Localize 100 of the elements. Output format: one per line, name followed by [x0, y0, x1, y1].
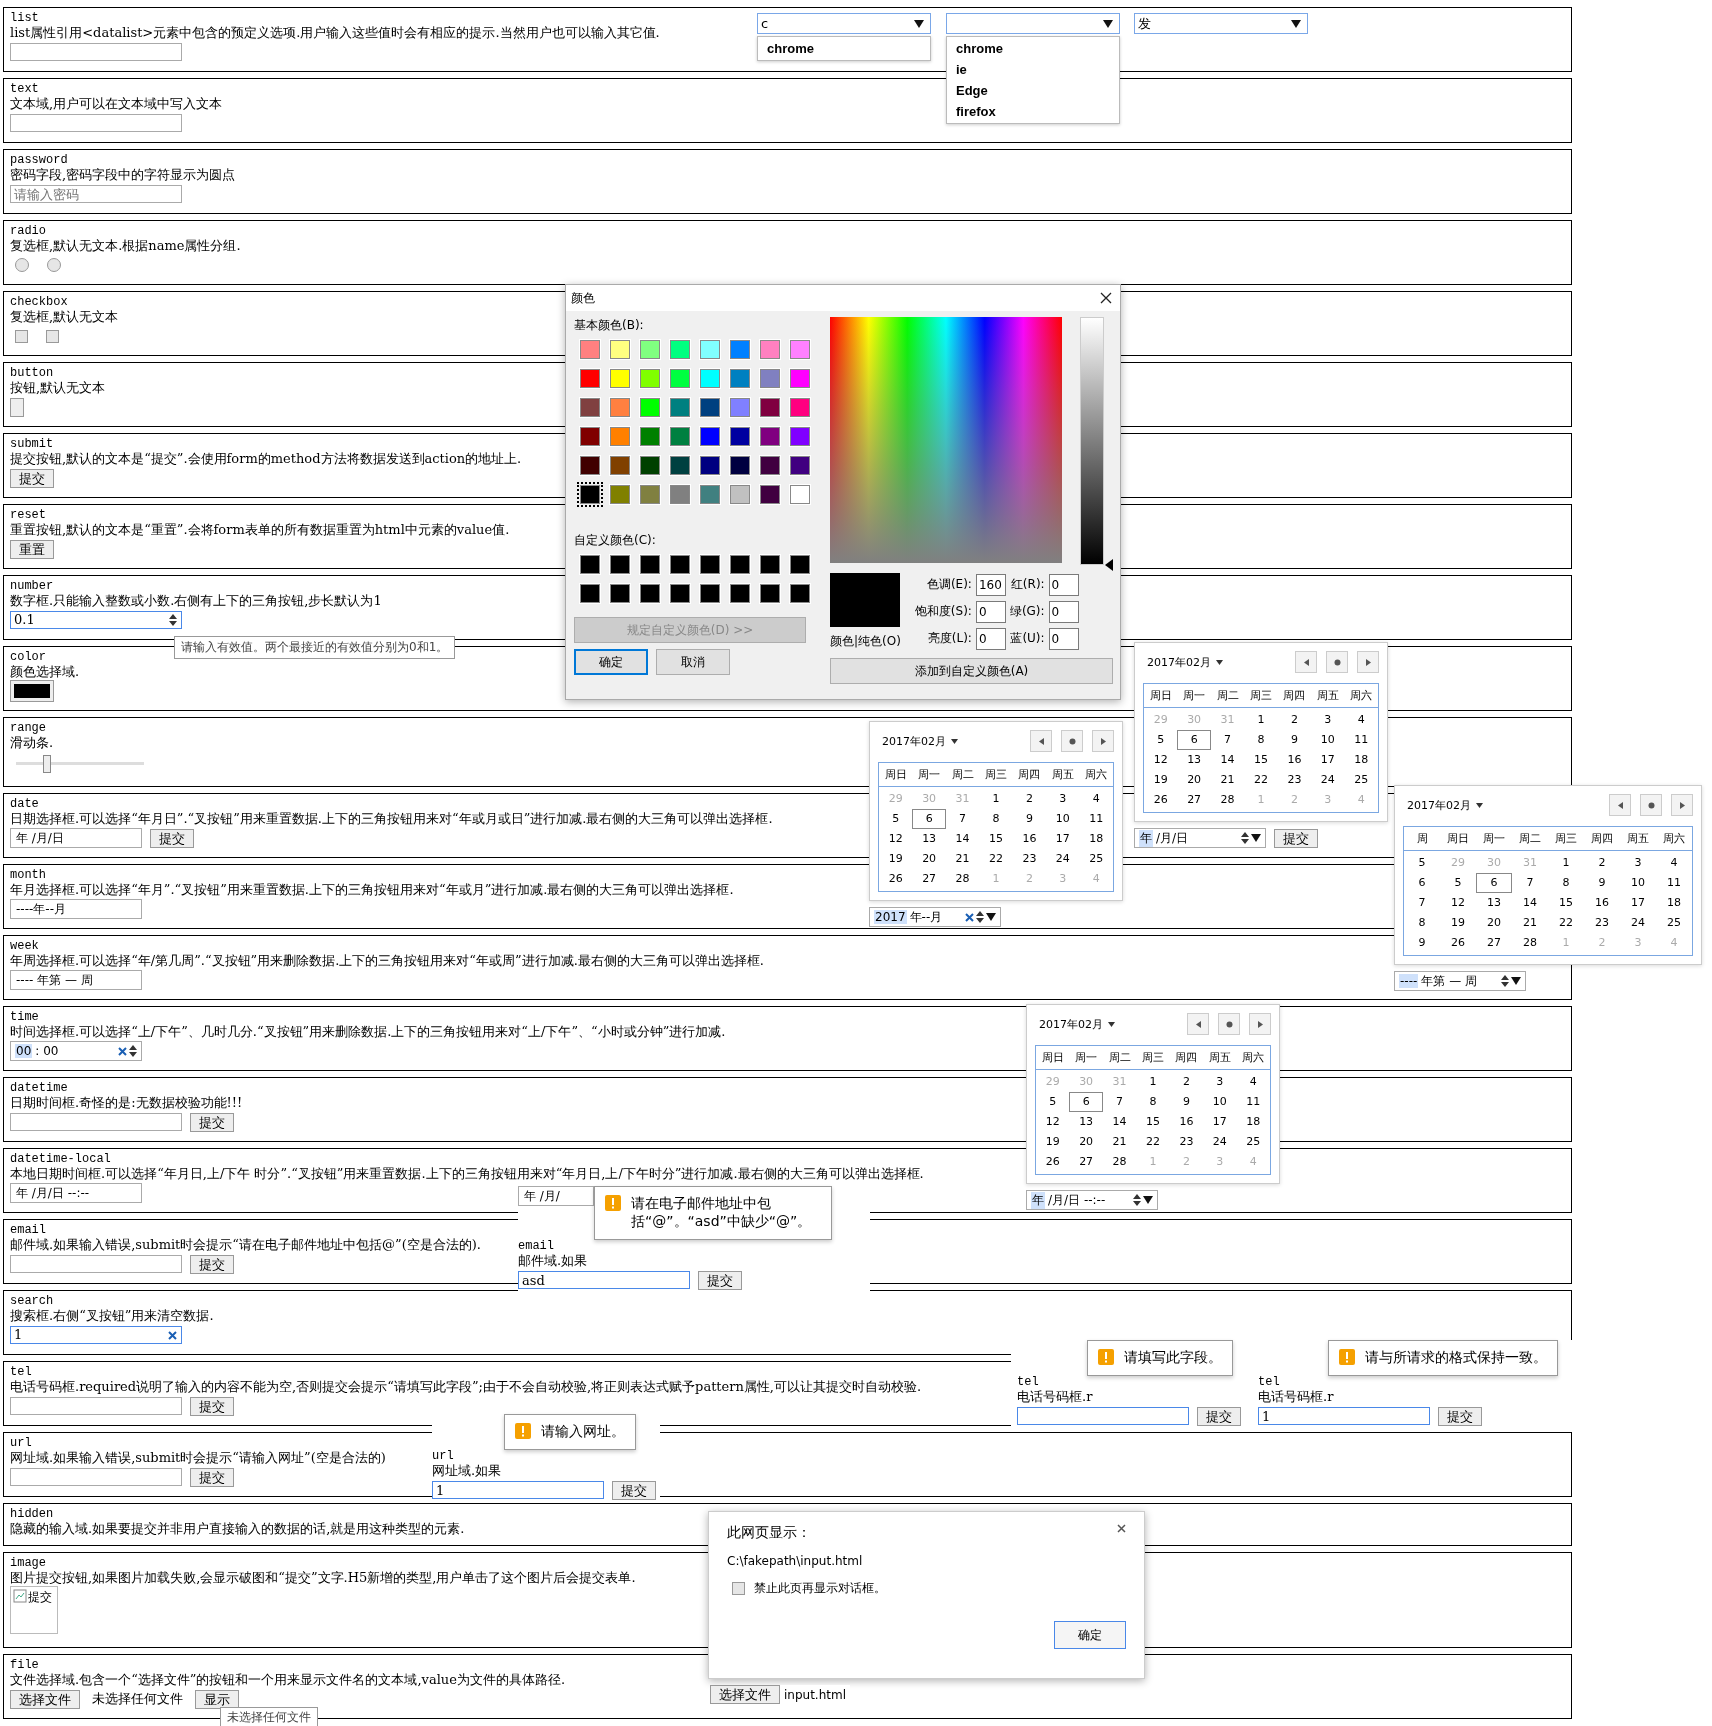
field-segment[interactable]: 年	[1139, 829, 1153, 847]
checkbox[interactable]	[15, 329, 28, 343]
number-field[interactable]: 0	[1048, 600, 1079, 623]
suggestion-item[interactable]: chrome	[947, 38, 1119, 59]
calendar-day[interactable]: 26	[1440, 933, 1476, 953]
input-field[interactable]	[1017, 1407, 1189, 1425]
calendar-day[interactable]: 26	[1144, 790, 1178, 810]
color-swatch[interactable]	[730, 369, 750, 388]
color-swatch[interactable]	[730, 340, 750, 359]
color-swatch[interactable]	[700, 340, 720, 359]
field-segment[interactable]: /月/日	[1155, 829, 1190, 847]
calendar-day[interactable]: 20	[1069, 1132, 1103, 1152]
input-field[interactable]	[10, 1255, 182, 1273]
spinner-icon[interactable]	[169, 613, 177, 627]
calendar-day[interactable]: 17	[1311, 750, 1345, 770]
calendar-day[interactable]: 24	[1046, 849, 1080, 869]
color-swatch[interactable]	[670, 398, 690, 417]
color-swatch[interactable]	[640, 456, 660, 475]
color-swatch[interactable]	[610, 485, 630, 504]
clear-icon[interactable]	[118, 1046, 127, 1056]
combo-field[interactable]: c	[757, 13, 931, 34]
date-field[interactable]: 00 : 00	[10, 1041, 142, 1061]
spinner-icon[interactable]	[976, 910, 984, 924]
checkbox[interactable]	[732, 1582, 745, 1595]
submit-button[interactable]: 提交	[698, 1270, 742, 1290]
today-button[interactable]	[1640, 794, 1662, 816]
color-swatch[interactable]	[670, 584, 690, 603]
color-swatch[interactable]	[760, 369, 780, 388]
calendar-day[interactable]: 9	[1169, 1092, 1204, 1112]
field-segment[interactable]: 00	[15, 1044, 33, 1058]
calendar-day[interactable]: 12	[1036, 1112, 1070, 1132]
field-segment[interactable]: ---- 年第 — 周	[15, 971, 94, 989]
color-swatch[interactable]	[610, 398, 630, 417]
color-swatch[interactable]	[610, 456, 630, 475]
calendar-day[interactable]: 21	[1102, 1132, 1137, 1152]
calendar-day[interactable]: 6	[1476, 873, 1512, 893]
color-swatch[interactable]	[610, 584, 630, 603]
submit-button[interactable]: 重置	[10, 539, 54, 559]
broken-image[interactable]: 提交	[10, 1586, 58, 1634]
calendar-day[interactable]: 28	[945, 869, 980, 889]
submit-button[interactable]: 提交	[1438, 1406, 1482, 1426]
calendar-day[interactable]: 22	[1548, 913, 1584, 933]
color-swatch[interactable]	[760, 456, 780, 475]
calendar-day[interactable]: 14	[1210, 750, 1245, 770]
date-field[interactable]: 年 /月/日 --:--	[1026, 1190, 1158, 1210]
ok-button[interactable]: 确定	[574, 649, 648, 675]
date-field[interactable]: 年 /月/日 --:--	[10, 1183, 142, 1203]
choose-file-button[interactable]: 选择文件	[10, 1689, 80, 1709]
spinner-icon[interactable]	[1501, 974, 1509, 988]
color-swatch[interactable]	[670, 456, 690, 475]
color-swatch[interactable]	[790, 456, 810, 475]
input-field[interactable]: asd	[518, 1271, 690, 1289]
field-segment[interactable]: 年 /月/日 --:--	[15, 1184, 91, 1202]
color-swatch[interactable]	[790, 398, 810, 417]
dropdown-arrow-icon[interactable]	[1143, 1196, 1153, 1204]
spinner-icon[interactable]	[129, 1044, 137, 1058]
submit-button[interactable]: 提交	[190, 1467, 234, 1487]
slider-thumb[interactable]	[42, 755, 51, 773]
color-swatch[interactable]	[610, 555, 630, 574]
color-swatch[interactable]	[580, 485, 600, 504]
color-swatch[interactable]	[760, 427, 780, 446]
calendar-day[interactable]: 11	[1656, 873, 1692, 893]
calendar-day[interactable]: 24	[1203, 1132, 1237, 1152]
color-swatch[interactable]	[760, 584, 780, 603]
dropdown-arrow-icon[interactable]	[1511, 977, 1521, 985]
calendar-day[interactable]: 14	[945, 829, 980, 849]
calendar-day[interactable]: 15	[1548, 893, 1584, 913]
today-button[interactable]	[1061, 730, 1083, 752]
color-swatch[interactable]	[640, 427, 660, 446]
calendar-day[interactable]: 3	[1203, 1072, 1237, 1092]
calendar-day[interactable]: 26	[879, 869, 913, 889]
number-field[interactable]: 0	[1048, 573, 1079, 596]
submit-button[interactable]: 提交	[1274, 828, 1318, 848]
input-field[interactable]	[10, 43, 182, 61]
calendar-day[interactable]: 19	[1440, 913, 1476, 933]
empty-button[interactable]	[10, 397, 24, 417]
input-field[interactable]	[10, 1113, 182, 1131]
calendar-day[interactable]: 23	[1277, 770, 1312, 790]
calendar-day[interactable]: 11	[1079, 809, 1113, 829]
checkbox-label[interactable]: 禁止此页再显示对话框。	[754, 1580, 886, 1597]
color-swatch[interactable]	[700, 398, 720, 417]
input-field[interactable]	[10, 1468, 182, 1486]
field-segment[interactable]: 年 /月/日	[15, 829, 65, 847]
number-field[interactable]: 0	[975, 627, 1006, 650]
field-segment[interactable]: 年--月	[908, 908, 944, 926]
field-segment[interactable]: 年	[1031, 1191, 1045, 1209]
field-segment[interactable]: 年 /月/	[523, 1187, 561, 1205]
submit-button[interactable]: 提交	[190, 1112, 234, 1132]
color-swatch[interactable]	[580, 340, 600, 359]
calendar-day[interactable]: 8	[1136, 1092, 1170, 1112]
submit-button[interactable]: 显示	[195, 1689, 239, 1709]
next-month-button[interactable]	[1249, 1013, 1271, 1035]
calendar-day[interactable]: 25	[1236, 1132, 1270, 1152]
calendar-day[interactable]: 15	[1244, 750, 1278, 770]
calendar-day[interactable]: 2	[1584, 853, 1620, 873]
cancel-button[interactable]: 取消	[656, 649, 730, 675]
calendar-day[interactable]: 19	[879, 849, 913, 869]
calendar-day[interactable]: 25	[1656, 913, 1692, 933]
calendar-day[interactable]: 1	[1136, 1072, 1170, 1092]
submit-button[interactable]: 提交	[612, 1480, 656, 1500]
